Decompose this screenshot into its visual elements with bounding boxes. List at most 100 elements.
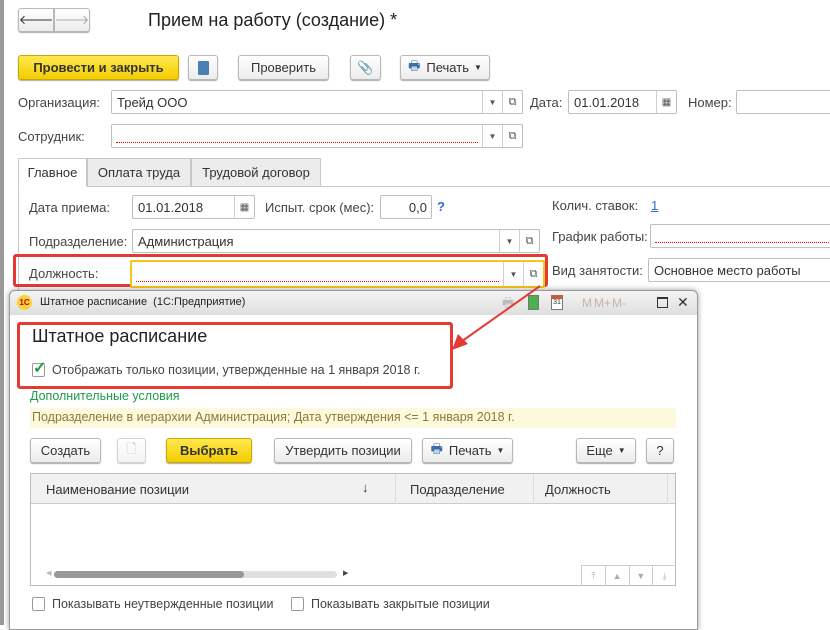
show-closed-label[interactable]: Показывать закрытые позиции xyxy=(311,597,490,611)
tab-payment[interactable]: Оплата труда xyxy=(87,158,191,187)
extra-conditions-link[interactable]: Дополнительные условия xyxy=(30,389,180,403)
show-unapproved-label[interactable]: Показывать неутвержденные позиции xyxy=(52,597,273,611)
more-label: Еще xyxy=(586,443,613,458)
last-row-icon[interactable]: ⤓ xyxy=(653,566,676,586)
tab-contract[interactable]: Трудовой договор xyxy=(191,158,321,187)
dept-label: Подразделение: xyxy=(29,234,128,249)
rates-label: Колич. ставок: xyxy=(552,198,639,213)
check-button[interactable]: Проверить xyxy=(238,55,329,80)
window-titlebar: 1C Штатное расписание (1С:Предприятие) 🖶… xyxy=(10,291,697,315)
print-button[interactable]: 🖶 Печать ▼ xyxy=(400,55,490,80)
org-field[interactable]: Трейд ООО ▼ ⧉ xyxy=(111,90,523,114)
page-title: Прием на работу (создание) * xyxy=(148,10,398,30)
popup-print-button[interactable]: 🖶 Печать ▼ xyxy=(422,438,513,463)
print-label: Печать xyxy=(426,60,469,75)
show-unapproved-checkbox[interactable] xyxy=(32,597,45,611)
maximize-icon[interactable] xyxy=(657,297,668,308)
1c-logo-icon: 1C xyxy=(17,295,32,310)
annotation-arrow xyxy=(452,285,541,350)
calendar-icon[interactable]: 31 xyxy=(551,295,563,310)
open-icon[interactable]: ⧉ xyxy=(502,91,522,113)
filter-summary: Подразделение в иерархии Администрация; … xyxy=(30,408,676,428)
only-approved-checkbox[interactable]: ✓ xyxy=(32,360,46,377)
dept-field[interactable]: Администрация ▼ ⧉ xyxy=(132,229,540,253)
column-header-name[interactable]: Наименование позиции ↓ xyxy=(31,474,396,504)
number-field[interactable] xyxy=(736,90,830,114)
scrollbar-thumb[interactable] xyxy=(54,571,244,578)
trial-value: 0,0 xyxy=(408,199,427,215)
window-title: Штатное расписание (1С:Предприятие) xyxy=(40,296,246,308)
printer-icon: 🖶 xyxy=(408,57,421,73)
save-button[interactable] xyxy=(188,55,218,80)
column-header-position[interactable]: Должность xyxy=(534,474,668,504)
post-and-close-button[interactable]: Провести и закрыть xyxy=(18,55,179,80)
hire-date-field[interactable]: 01.01.2018 ▦ xyxy=(132,195,255,219)
sort-arrow-icon: ↓ xyxy=(362,480,369,495)
attach-button[interactable]: 📎 xyxy=(350,55,381,80)
chevron-down-icon: ▼ xyxy=(617,446,626,455)
select-button[interactable]: Выбрать xyxy=(166,438,252,463)
calendar-icon[interactable]: ▦ xyxy=(656,91,676,113)
prev-row-icon[interactable]: ▲ xyxy=(606,566,630,586)
help-link[interactable]: ? xyxy=(437,199,445,214)
number-label: Номер: xyxy=(688,95,732,110)
memory-m-icon[interactable]: M xyxy=(582,296,592,310)
column-name-label: Наименование позиции xyxy=(46,482,190,497)
required-marker xyxy=(655,242,830,243)
dept-value: Администрация xyxy=(138,233,234,249)
employee-label: Сотрудник: xyxy=(18,129,85,144)
date-value: 01.01.2018 xyxy=(574,94,640,110)
approve-positions-button[interactable]: Утвердить позиции xyxy=(274,438,412,463)
positions-table: Наименование позиции ↓ Подразделение Долж… xyxy=(30,473,676,586)
left-border xyxy=(0,0,4,625)
more-button[interactable]: Еще ▼ xyxy=(576,438,636,463)
employee-field[interactable]: ▼ ⧉ xyxy=(111,124,523,148)
memory-minus-icon[interactable]: M- xyxy=(612,296,626,310)
open-icon[interactable]: ⧉ xyxy=(502,125,522,147)
memory-plus-icon[interactable]: M+ xyxy=(594,296,611,310)
scroll-left-icon[interactable]: ◀ xyxy=(46,569,51,577)
row-nav-buttons: ⤒ ▲ ▼ ⤓ xyxy=(581,565,676,586)
add-document-icon: 🗋 xyxy=(126,440,137,456)
filter-text: Подразделение в иерархии Администрация; … xyxy=(32,410,515,424)
scroll-right-icon[interactable]: ▶ xyxy=(343,569,348,577)
chevron-down-icon[interactable]: ▼ xyxy=(482,125,502,147)
trial-field[interactable]: 0,0 xyxy=(380,195,432,219)
show-closed-checkbox[interactable] xyxy=(291,597,304,611)
hire-date-label: Дата приема: xyxy=(29,200,110,215)
employment-label: Вид занятости: xyxy=(552,263,643,278)
calendar-icon[interactable]: ▦ xyxy=(234,196,254,218)
chevron-down-icon[interactable]: ▼ xyxy=(499,230,519,252)
create-button[interactable]: Создать xyxy=(30,438,101,463)
tab-main[interactable]: Главное xyxy=(18,158,87,187)
trial-label: Испыт. срок (мес): xyxy=(265,200,375,215)
checkmark-icon: ✓ xyxy=(33,360,47,377)
help-button[interactable]: ? xyxy=(646,438,674,463)
employment-field[interactable]: Основное место работы xyxy=(648,258,830,282)
hire-date-value: 01.01.2018 xyxy=(138,199,204,215)
close-icon[interactable]: ✕ xyxy=(677,294,689,311)
rates-link[interactable]: 1 xyxy=(651,198,658,213)
paperclip-icon: 📎 xyxy=(357,59,374,75)
save-icon xyxy=(197,60,209,75)
tab-panel-border xyxy=(18,186,19,306)
only-approved-label[interactable]: Отображать только позиции, утвержденные … xyxy=(52,363,420,377)
printer-icon: 🖶 xyxy=(430,440,443,456)
forward-button[interactable]: 🡒 xyxy=(54,8,90,32)
schedule-label: График работы: xyxy=(552,229,648,244)
date-label: Дата: xyxy=(530,95,563,110)
chevron-down-icon[interactable]: ▼ xyxy=(482,91,502,113)
employment-value: Основное место работы xyxy=(654,262,801,278)
popup-heading: Штатное расписание xyxy=(32,326,208,346)
open-icon[interactable]: ⧉ xyxy=(519,230,539,252)
copy-button[interactable]: 🗋 xyxy=(117,438,146,463)
date-field[interactable]: 01.01.2018 ▦ xyxy=(568,90,677,114)
schedule-field[interactable] xyxy=(650,224,830,248)
required-marker xyxy=(116,142,478,143)
back-button[interactable]: 🡐 xyxy=(18,8,54,32)
next-row-icon[interactable]: ▼ xyxy=(630,566,654,586)
first-row-icon[interactable]: ⤒ xyxy=(582,566,606,586)
chevron-down-icon: ▼ xyxy=(496,446,505,455)
column-header-dept[interactable]: Подразделение xyxy=(396,474,534,504)
org-value: Трейд ООО xyxy=(117,94,188,110)
